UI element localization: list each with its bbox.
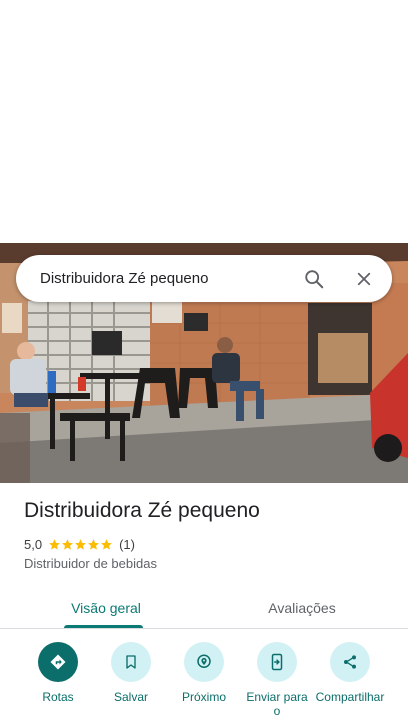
rating-value: 5,0 [24,536,43,552]
review-count: (1) [119,536,135,552]
share-icon [330,642,370,682]
search-icon[interactable] [294,259,334,299]
nearby-button[interactable]: Próximo [164,642,244,704]
active-tab-indicator [64,625,143,628]
star-icon [62,538,73,550]
star-icon [75,538,86,550]
tab-overview[interactable]: Visão geral [46,588,166,628]
directions-label: Rotas [42,690,74,704]
search-input[interactable]: Distribuidora Zé pequeno [40,270,294,287]
nearby-label: Próximo [181,690,226,704]
bookmark-icon [111,642,151,682]
star-icon [49,538,60,550]
star-icon [101,538,112,550]
nearby-icon [184,642,224,682]
map-blank-area [0,0,408,243]
directions-button[interactable]: Rotas [18,642,98,704]
rating-row[interactable]: 5,0 (1) [24,535,135,553]
share-label: Compartilhar [315,690,385,704]
star-icon [88,538,99,550]
tab-reviews[interactable]: Avaliações [242,588,362,628]
rating-stars [48,538,113,551]
send-to-phone-label: Enviar para o [246,690,308,718]
save-label: Salvar [113,690,148,704]
share-button[interactable]: Compartilhar [310,642,390,704]
search-bar[interactable]: Distribuidora Zé pequeno [16,255,392,302]
send-to-phone-icon [257,642,297,682]
directions-icon [38,642,78,682]
close-icon[interactable] [344,259,384,299]
send-to-phone-button[interactable]: Enviar para o [237,642,317,718]
save-button[interactable]: Salvar [91,642,171,704]
place-name: Distribuidora Zé pequeno [24,499,260,522]
place-category: Distribuidor de bebidas [24,556,157,571]
tab-bar: Visão geral Avaliações [0,588,408,629]
